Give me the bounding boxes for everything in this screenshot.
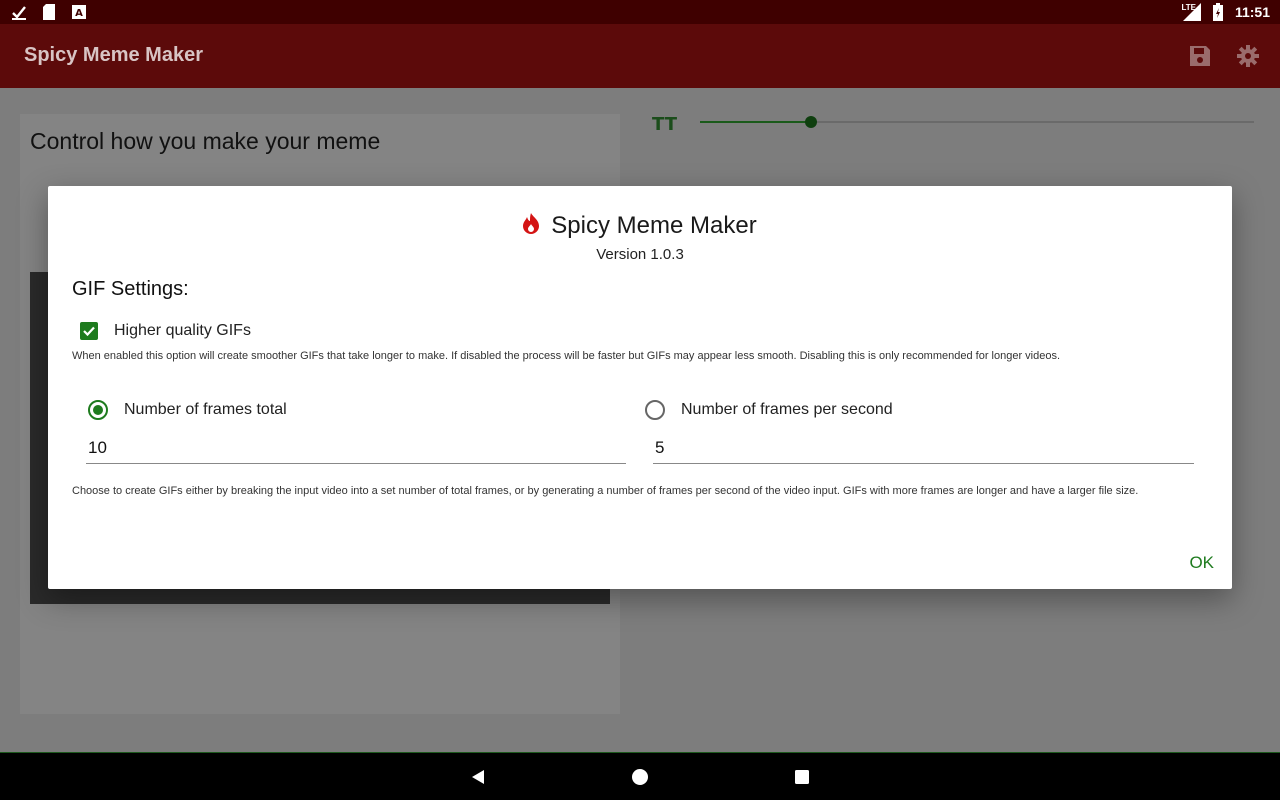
quality-label: Higher quality GIFs [114,322,251,339]
back-icon[interactable] [468,767,488,787]
frames-per-second-label: Number of frames per second [681,401,893,418]
settings-icon[interactable] [1236,44,1260,68]
gif-settings-dialog: Spicy Meme Maker Version 1.0.3 GIF Setti… [48,186,1232,589]
frames-description: Choose to create GIFs either by breaking… [72,485,1139,497]
battery-icon [1209,3,1227,21]
network-label: LTE [1181,3,1196,12]
check-icon [10,3,28,21]
app-bar: Spicy Meme Maker [0,24,1280,88]
navigation-bar [0,752,1280,800]
svg-text:A: A [75,8,83,19]
app-title: Spicy Meme Maker [24,44,203,66]
frames-per-second-option[interactable]: Number of frames per second [645,400,893,420]
slider-fill [700,121,811,123]
status-bar: A LTE 11:51 [0,0,1280,24]
quality-checkbox-row[interactable]: Higher quality GIFs [80,322,251,340]
home-icon[interactable] [630,767,650,787]
quality-checkbox[interactable] [80,322,98,340]
text-size-slider[interactable] [700,116,1254,128]
clock: 11:51 [1234,4,1270,20]
save-icon[interactable] [1188,44,1212,68]
recents-icon[interactable] [792,767,812,787]
ok-button[interactable]: OK [1189,553,1214,573]
sd-card-icon [40,3,58,21]
frames-total-option[interactable]: Number of frames total [88,400,287,420]
section-title: GIF Settings: [72,278,189,300]
keyboard-icon: A [70,3,88,21]
dialog-app-name: Spicy Meme Maker [551,212,757,239]
text-size-icon: TT [652,114,677,135]
frames-total-label: Number of frames total [124,401,287,418]
frames-per-second-input[interactable]: 5 [653,438,1194,464]
card-title: Control how you make your meme [30,128,381,154]
flame-icon [523,212,540,240]
frames-per-second-radio[interactable] [645,400,665,420]
slider-thumb[interactable] [804,116,817,128]
frames-total-input[interactable]: 10 [86,438,626,464]
quality-description: When enabled this option will create smo… [72,350,1061,362]
version-label: Version 1.0.3 [596,246,684,263]
frames-total-radio[interactable] [88,400,108,420]
